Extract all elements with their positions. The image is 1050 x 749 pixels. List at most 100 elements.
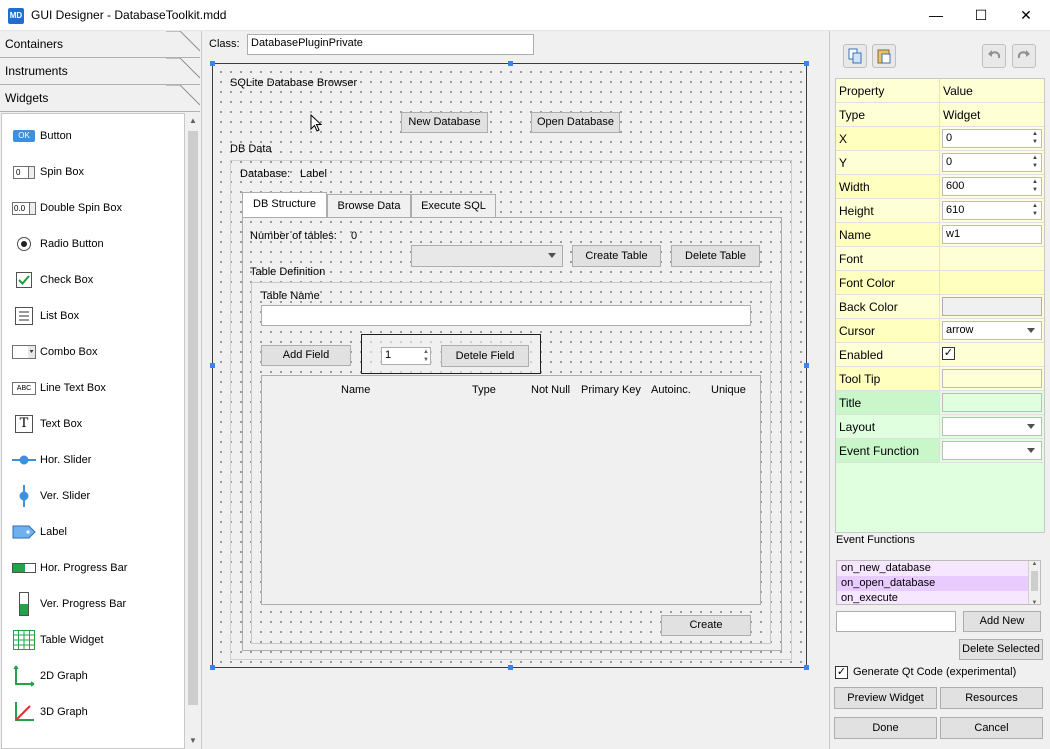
y-spinbox[interactable]: 0 ▲ ▼	[942, 153, 1042, 172]
copy-icon[interactable]	[843, 44, 867, 68]
fields-table[interactable]: Name Type Not Null Primary Key Autoinc. …	[261, 375, 761, 605]
tab-browse-data[interactable]: Browse Data	[327, 194, 411, 218]
name-input[interactable]: w1	[942, 225, 1042, 244]
category-widgets[interactable]: Widgets	[0, 85, 200, 112]
column-header[interactable]: Not Null	[531, 384, 570, 396]
resize-handle[interactable]	[210, 61, 215, 66]
tab-slant-icon	[166, 58, 200, 79]
resize-handle[interactable]	[804, 665, 809, 670]
cursor-combo[interactable]: arrow	[942, 321, 1042, 340]
palette-item-3d-graph[interactable]: 3D Graph	[12, 700, 88, 724]
palette-item-line-text-box[interactable]: ABC Line Text Box	[12, 376, 106, 400]
scroll-thumb[interactable]	[188, 131, 198, 705]
class-input[interactable]: DatabasePluginPrivate	[247, 34, 534, 55]
event-function-combo[interactable]	[942, 441, 1042, 460]
property-row-font-color: Font Color	[836, 271, 1044, 295]
palette-item-radio-button[interactable]: Radio Button	[12, 232, 104, 256]
category-containers[interactable]: Containers	[0, 31, 200, 58]
resize-handle[interactable]	[804, 61, 809, 66]
column-header[interactable]: Type	[472, 384, 496, 396]
close-button[interactable]: ✕	[1003, 0, 1049, 30]
palette-item-table-widget[interactable]: Table Widget	[12, 628, 104, 652]
event-list-scrollbar[interactable]: ▲ ▼	[1028, 561, 1040, 604]
create-button[interactable]: Create	[661, 615, 751, 636]
spin-down-icon: ▼	[1032, 163, 1038, 169]
column-header[interactable]: Name	[341, 384, 370, 396]
list-item[interactable]: on_open_database	[837, 576, 1040, 591]
palette-item-text-box[interactable]: T Text Box	[12, 412, 82, 436]
table-name-input[interactable]	[261, 305, 751, 326]
chevron-down-icon	[1027, 328, 1035, 333]
new-event-input[interactable]	[836, 611, 956, 632]
palette-item-list-box[interactable]: List Box	[12, 304, 79, 328]
font-color-value[interactable]	[940, 271, 1044, 294]
new-database-button[interactable]: New Database	[401, 112, 488, 133]
event-functions-list[interactable]: on_new_database on_open_database on_exec…	[836, 560, 1041, 605]
palette-item-2d-graph[interactable]: 2D Graph	[12, 664, 88, 688]
palette-item-ver-slider[interactable]: Ver. Slider	[12, 484, 90, 508]
list-item[interactable]: on_new_database	[837, 561, 1040, 576]
generate-qt-checkbox[interactable]: ✓	[835, 666, 848, 679]
line-text-box-icon: ABC	[12, 378, 36, 398]
create-table-button[interactable]: Create Table	[572, 245, 661, 267]
column-header[interactable]: Autoinc.	[651, 384, 691, 396]
palette-item-spin-box[interactable]: 0 Spin Box	[12, 160, 84, 184]
palette-item-button[interactable]: OK Button	[12, 124, 72, 148]
back-color-button[interactable]	[942, 297, 1042, 316]
spin-up-icon: ▲	[1032, 131, 1038, 137]
palette-scrollbar[interactable]: ▲ ▼	[186, 113, 200, 749]
resources-button[interactable]: Resources	[940, 687, 1043, 709]
done-button[interactable]: Done	[834, 717, 937, 739]
x-spinbox[interactable]: 0 ▲ ▼	[942, 129, 1042, 148]
resize-handle[interactable]	[508, 61, 513, 66]
tooltip-input[interactable]	[942, 369, 1042, 388]
redo-icon[interactable]	[1012, 44, 1036, 68]
add-new-button[interactable]: Add New	[963, 611, 1041, 632]
label-icon	[12, 522, 36, 542]
delete-table-button[interactable]: Delete Table	[671, 245, 760, 267]
resize-handle[interactable]	[210, 665, 215, 670]
height-spinbox[interactable]: 610 ▲ ▼	[942, 201, 1042, 220]
list-item[interactable]: on_execute	[837, 591, 1040, 604]
enabled-checkbox[interactable]: ✓	[942, 347, 955, 360]
window-title: GUI Designer - DatabaseToolkit.mdd	[31, 8, 227, 22]
maximize-button[interactable]: ☐	[958, 0, 1004, 30]
palette-item-hor-slider[interactable]: Hor. Slider	[12, 448, 91, 472]
palette-item-hor-progress-bar[interactable]: Hor. Progress Bar	[12, 556, 127, 580]
column-header[interactable]: Unique	[711, 384, 746, 396]
delete-selected-button[interactable]: Delete Selected	[959, 639, 1043, 660]
palette-item-ver-progress-bar[interactable]: Ver. Progress Bar	[12, 592, 126, 616]
minimize-button[interactable]: —	[913, 0, 959, 30]
font-value[interactable]	[940, 247, 1044, 270]
palette-item-combo-box[interactable]: Combo Box	[12, 340, 97, 364]
cancel-button[interactable]: Cancel	[940, 717, 1043, 739]
tab-execute-sql[interactable]: Execute SQL	[411, 194, 496, 218]
preview-widget-button[interactable]: Preview Widget	[834, 687, 937, 709]
palette-item-check-box[interactable]: Check Box	[12, 268, 93, 292]
field-count-spinbox[interactable]: 1 ▲ ▼	[381, 347, 431, 365]
scroll-up-icon[interactable]: ▲	[186, 113, 200, 129]
selected-widget-frame: 1 ▲ ▼ Detele Field	[361, 334, 541, 374]
scroll-down-icon[interactable]: ▼	[186, 733, 200, 749]
resize-handle[interactable]	[804, 363, 809, 368]
palette-item-double-spin-box[interactable]: 0.0 Double Spin Box	[12, 196, 122, 220]
design-canvas[interactable]: SQLite Database Browser New Database Ope…	[210, 61, 809, 670]
chevron-down-icon	[1027, 424, 1035, 429]
table-select-combo[interactable]	[411, 245, 563, 267]
undo-icon[interactable]	[982, 44, 1006, 68]
resize-handle[interactable]	[210, 363, 215, 368]
palette-item-label[interactable]: Label	[12, 520, 67, 544]
resize-handle[interactable]	[508, 665, 513, 670]
add-field-button[interactable]: Add Field	[261, 345, 351, 366]
tab-page-db-structure: Number of tables: 0 Create Table Delete …	[242, 217, 782, 651]
layout-combo[interactable]	[942, 417, 1042, 436]
title-input[interactable]	[942, 393, 1042, 412]
delete-field-button[interactable]: Detele Field	[441, 345, 529, 367]
category-instruments[interactable]: Instruments	[0, 58, 200, 85]
paste-icon[interactable]	[872, 44, 896, 68]
tab-db-structure[interactable]: DB Structure	[242, 192, 327, 218]
width-spinbox[interactable]: 600 ▲ ▼	[942, 177, 1042, 196]
title-label: SQLite Database Browser	[230, 77, 358, 89]
column-header[interactable]: Primary Key	[581, 384, 641, 396]
open-database-button[interactable]: Open Database	[531, 112, 620, 133]
